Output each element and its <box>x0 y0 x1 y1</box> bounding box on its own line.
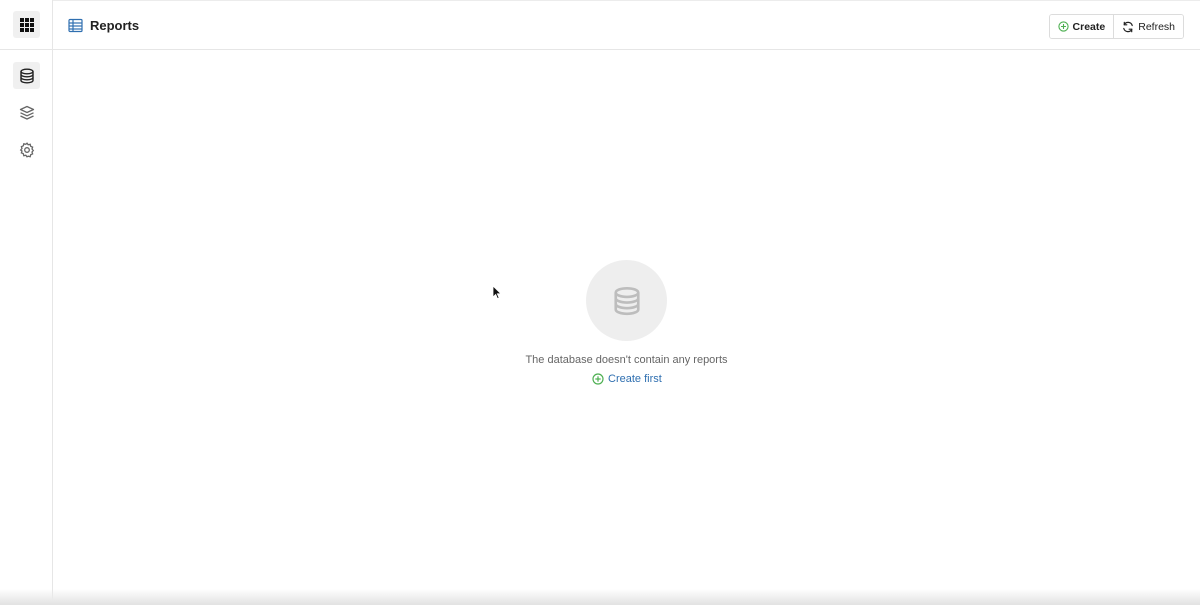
create-first-label: Create first <box>608 373 662 385</box>
create-button[interactable]: Create <box>1049 15 1114 38</box>
refresh-icon <box>1123 21 1134 32</box>
sidebar-item-database[interactable] <box>13 62 40 89</box>
apps-menu-button[interactable] <box>13 11 40 38</box>
empty-state-message: The database doesn't contain any reports <box>525 354 728 366</box>
page-title: Reports <box>90 18 140 33</box>
empty-state-illustration <box>586 260 667 341</box>
layers-icon <box>19 105 34 120</box>
sidebar-item-layers[interactable] <box>13 99 40 126</box>
database-icon <box>19 68 34 84</box>
mouse-cursor-icon <box>492 285 502 300</box>
refresh-button[interactable]: Refresh <box>1113 15 1183 38</box>
database-icon <box>613 286 640 315</box>
create-button-label: Create <box>1072 20 1106 33</box>
plus-circle-icon <box>592 373 604 385</box>
refresh-button-label: Refresh <box>1138 20 1175 33</box>
sidebar-divider <box>0 49 53 50</box>
table-icon <box>68 18 83 33</box>
create-first-link[interactable]: Create first <box>592 373 662 385</box>
gear-icon <box>19 141 34 158</box>
page-header: Reports Create Refresh <box>53 0 1200 50</box>
grid-icon <box>19 17 34 32</box>
sidebar <box>0 0 53 605</box>
window-bottom-shadow <box>0 589 1200 605</box>
header-button-group: Create Refresh <box>1048 14 1184 39</box>
sidebar-item-settings[interactable] <box>13 136 40 163</box>
plus-circle-icon <box>1057 21 1069 32</box>
